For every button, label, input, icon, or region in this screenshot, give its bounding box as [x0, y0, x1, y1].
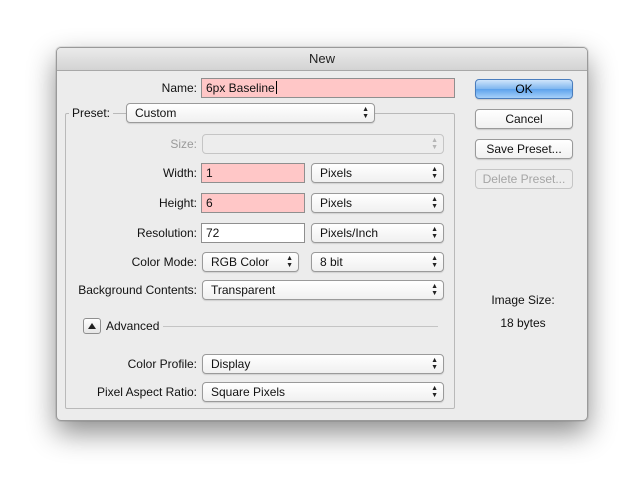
resolution-field[interactable]: 72	[201, 223, 305, 243]
preset-select[interactable]: Custom ▲ ▼	[126, 103, 375, 123]
color-mode-label: Color Mode:	[131, 255, 197, 269]
up-down-arrows-icon: ▲ ▼	[286, 255, 293, 269]
new-document-dialog: New Name: 6px Baseline Preset: Custom ▲ ▼…	[56, 47, 588, 421]
bit-depth-select[interactable]: 8 bit ▲ ▼	[311, 252, 444, 272]
height-field[interactable]: 6	[201, 193, 305, 213]
background-contents-value: Transparent	[211, 283, 276, 297]
cancel-button[interactable]: Cancel	[475, 109, 573, 129]
resolution-unit-value: Pixels/Inch	[320, 226, 379, 240]
background-contents-label: Background Contents:	[78, 283, 197, 297]
up-down-arrows-icon: ▲ ▼	[431, 255, 438, 269]
up-down-arrows-icon: ▲ ▼	[431, 166, 438, 180]
bit-depth-value: 8 bit	[320, 255, 343, 269]
width-label: Width:	[162, 166, 197, 180]
image-size-label: Image Size:	[491, 293, 555, 307]
name-value: 6px Baseline	[206, 81, 275, 95]
up-down-arrows-icon: ▲ ▼	[431, 226, 438, 240]
pixel-aspect-ratio-select[interactable]: Square Pixels ▲ ▼	[202, 382, 444, 402]
delete-preset-button[interactable]: Delete Preset...	[475, 169, 573, 189]
width-unit-value: Pixels	[320, 166, 353, 180]
color-profile-select[interactable]: Display ▲ ▼	[202, 354, 444, 374]
height-unit-value: Pixels	[320, 196, 353, 210]
color-profile-value: Display	[211, 357, 251, 371]
resolution-label: Resolution:	[136, 226, 197, 240]
text-cursor	[275, 81, 277, 94]
width-field[interactable]: 1	[201, 163, 305, 183]
up-down-arrows-icon: ▲ ▼	[431, 137, 438, 151]
pixel-aspect-ratio-label: Pixel Aspect Ratio:	[96, 385, 197, 399]
color-mode-value: RGB Color	[211, 255, 270, 269]
height-label: Height:	[158, 196, 197, 210]
preset-label: Preset:	[69, 103, 114, 123]
up-down-arrows-icon: ▲ ▼	[431, 357, 438, 371]
color-mode-select[interactable]: RGB Color ▲ ▼	[202, 252, 299, 272]
advanced-separator	[163, 326, 438, 327]
up-down-arrows-icon: ▲ ▼	[431, 283, 438, 297]
save-preset-button[interactable]: Save Preset...	[475, 139, 573, 159]
dialog-title: New	[57, 48, 587, 71]
resolution-unit-select[interactable]: Pixels/Inch ▲ ▼	[311, 223, 444, 243]
name-label: Name:	[161, 81, 197, 95]
color-profile-label: Color Profile:	[127, 357, 197, 371]
image-size-value: 18 bytes	[500, 316, 546, 330]
height-unit-select[interactable]: Pixels ▲ ▼	[311, 193, 444, 213]
size-label: Size:	[170, 137, 197, 151]
background-contents-select[interactable]: Transparent ▲ ▼	[202, 280, 444, 300]
name-field[interactable]: 6px Baseline	[201, 78, 455, 98]
up-down-arrows-icon: ▲ ▼	[431, 196, 438, 210]
ok-button[interactable]: OK	[475, 79, 573, 99]
up-down-arrows-icon: ▲ ▼	[362, 106, 369, 120]
up-down-arrows-icon: ▲ ▼	[431, 385, 438, 399]
width-unit-select[interactable]: Pixels ▲ ▼	[311, 163, 444, 183]
pixel-aspect-ratio-value: Square Pixels	[211, 385, 286, 399]
advanced-label: Advanced	[106, 319, 160, 333]
preset-value: Custom	[135, 106, 177, 120]
disclosure-triangle-icon	[88, 323, 96, 329]
advanced-toggle-button[interactable]	[83, 318, 101, 334]
size-select[interactable]: ▲ ▼	[202, 134, 444, 154]
